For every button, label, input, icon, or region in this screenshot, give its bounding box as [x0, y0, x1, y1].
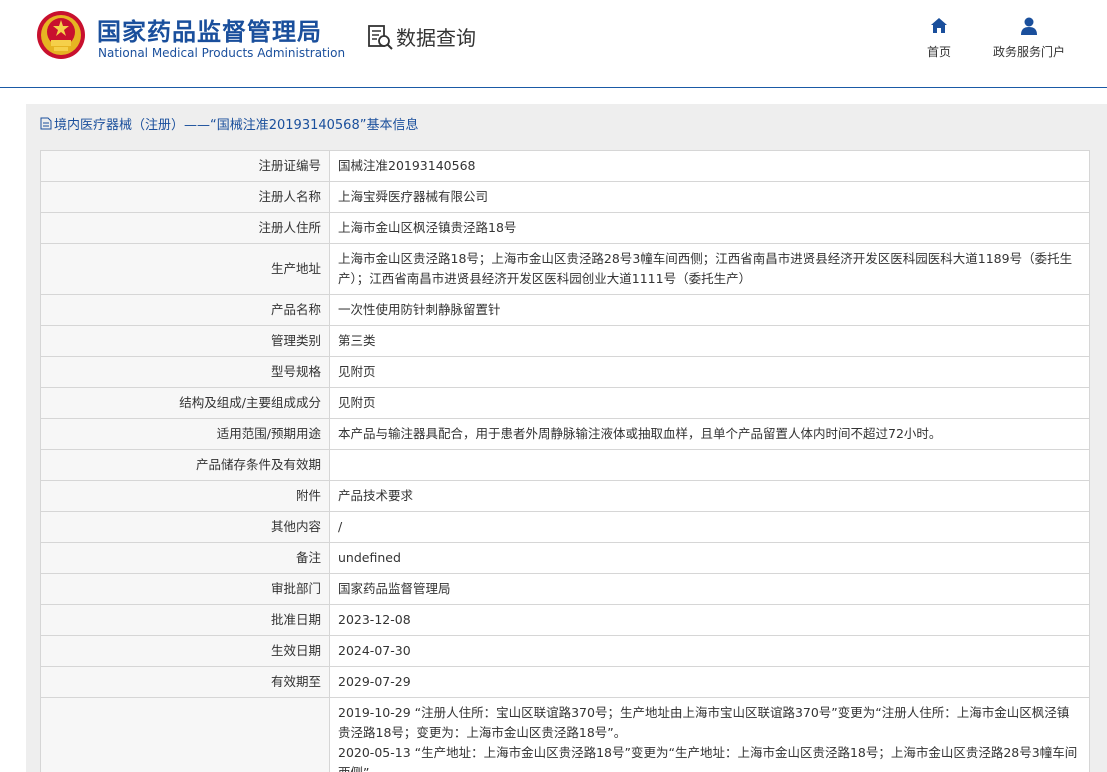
- row-label: 注册证编号: [40, 150, 330, 182]
- row-value: 2023-12-08: [329, 604, 1090, 636]
- table-row: 注册人住所 上海市金山区枫泾镇贵泾路18号: [40, 212, 1090, 244]
- table-row: 管理类别 第三类: [40, 325, 1090, 357]
- row-value: [329, 449, 1090, 481]
- table-row: 型号规格 见附页: [40, 356, 1090, 388]
- row-label: 注册人名称: [40, 181, 330, 213]
- row-value: 本产品与输注器具配合，用于患者外周静脉输注液体或抽取血样，且单个产品留置人体内时…: [329, 418, 1090, 450]
- header-divider: [0, 87, 1107, 88]
- nav-service-portal-label: 政务服务门户: [993, 45, 1066, 59]
- row-label: 审批部门: [40, 573, 330, 605]
- info-table: 注册证编号 国械注准20193140568 注册人名称 上海宝舜医疗器械有限公司 注…: [40, 150, 1090, 772]
- logo-title-cn: 国家药品监督管理局: [97, 18, 322, 46]
- user-icon: [1021, 17, 1037, 35]
- row-value: 上海市金山区枫泾镇贵泾路18号: [329, 212, 1090, 244]
- row-label: 有效期至: [40, 666, 330, 698]
- row-label: 备注: [40, 542, 330, 574]
- row-label: 附件: [40, 480, 330, 512]
- data-query-heading: 数据查询: [366, 22, 476, 51]
- row-value: 国家药品监督管理局: [329, 573, 1090, 605]
- table-row: 批准日期 2023-12-08: [40, 604, 1090, 636]
- table-row: 注册证编号 国械注准20193140568: [40, 150, 1090, 182]
- table-row: 结构及组成/主要组成成分 见附页: [40, 387, 1090, 419]
- row-value: 产品技术要求: [329, 480, 1090, 512]
- panel-title-text: 境内医疗器械（注册）——“国械注准20193140568”基本信息: [54, 118, 419, 133]
- row-value: 见附页: [329, 387, 1090, 419]
- row-label: 其他内容: [40, 511, 330, 543]
- document-search-icon: [368, 24, 393, 50]
- row-value: 2029-07-29: [329, 666, 1090, 698]
- nav-home-label: 首页: [927, 45, 952, 59]
- detail-panel: 境内医疗器械（注册）——“国械注准20193140568”基本信息 注册证编号国…: [26, 104, 1107, 772]
- nav-home[interactable]: 首页: [927, 16, 951, 60]
- row-label: 结构及组成/主要组成成分: [40, 387, 330, 419]
- change-history-row: 2019-10-29 “注册人住所：宝山区联谊路370号；生产地址由上海市宝山区…: [40, 697, 1090, 772]
- home-icon: [931, 18, 947, 33]
- nav-service-portal[interactable]: 政务服务门户: [993, 16, 1065, 60]
- change-history-label: [40, 697, 330, 772]
- table-row: 适用范围/预期用途 本产品与输注器具配合，用于患者外周静脉输注液体或抽取血样，且单…: [40, 418, 1090, 450]
- table-row: 产品储存条件及有效期: [40, 449, 1090, 481]
- national-emblem-logo: [37, 11, 85, 59]
- row-value: 上海宝舜医疗器械有限公司: [329, 181, 1090, 213]
- row-label: 产品储存条件及有效期: [40, 449, 330, 481]
- document-icon: [40, 117, 52, 130]
- data-query-label: 数据查询: [396, 26, 476, 50]
- row-label: 生效日期: [40, 635, 330, 667]
- change-history-entry: 2020-05-13 “生产地址：上海市金山区贵泾路18号”变更为“生产地址：上…: [338, 745, 1078, 772]
- row-label: 产品名称: [40, 294, 330, 326]
- panel-title: 境内医疗器械（注册）——“国械注准20193140568”基本信息: [40, 114, 418, 133]
- change-history-entry: 2019-10-29 “注册人住所：宝山区联谊路370号；生产地址由上海市宝山区…: [338, 705, 1070, 740]
- row-value: 一次性使用防针刺静脉留置针: [329, 294, 1090, 326]
- table-row: 有效期至 2029-07-29: [40, 666, 1090, 698]
- table-row: 附件 产品技术要求: [40, 480, 1090, 512]
- table-row: 生产地址 上海市金山区贵泾路18号；上海市金山区贵泾路28号3幢车间西侧；江西省南…: [40, 243, 1090, 295]
- row-value: 2024-07-30: [329, 635, 1090, 667]
- change-history-value: 2019-10-29 “注册人住所：宝山区联谊路370号；生产地址由上海市宝山区…: [329, 697, 1090, 772]
- row-label: 批准日期: [40, 604, 330, 636]
- table-row: 注册人名称 上海宝舜医疗器械有限公司: [40, 181, 1090, 213]
- row-label: 注册人住所: [40, 212, 330, 244]
- logo-title-en: National Medical Products Administration: [98, 46, 346, 60]
- row-value: 上海市金山区贵泾路18号；上海市金山区贵泾路28号3幢车间西侧；江西省南昌市进贤…: [329, 243, 1090, 295]
- row-label: 型号规格: [40, 356, 330, 388]
- row-label: 适用范围/预期用途: [40, 418, 330, 450]
- row-label: 管理类别: [40, 325, 330, 357]
- row-label: 生产地址: [40, 243, 330, 295]
- table-row: 生效日期 2024-07-30: [40, 635, 1090, 667]
- row-value: 第三类: [329, 325, 1090, 357]
- row-value: 国械注准20193140568: [329, 150, 1090, 182]
- row-value: 见附页: [329, 356, 1090, 388]
- table-row: 产品名称 一次性使用防针刺静脉留置针: [40, 294, 1090, 326]
- table-row: 其他内容 /: [40, 511, 1090, 543]
- table-row: 备注 undefined: [40, 542, 1090, 574]
- row-value: /: [329, 511, 1090, 543]
- table-row: 审批部门 国家药品监督管理局: [40, 573, 1090, 605]
- site-header: 国家药品监督管理局 National Medical Products Admi…: [0, 0, 1107, 88]
- row-value: undefined: [329, 542, 1090, 574]
